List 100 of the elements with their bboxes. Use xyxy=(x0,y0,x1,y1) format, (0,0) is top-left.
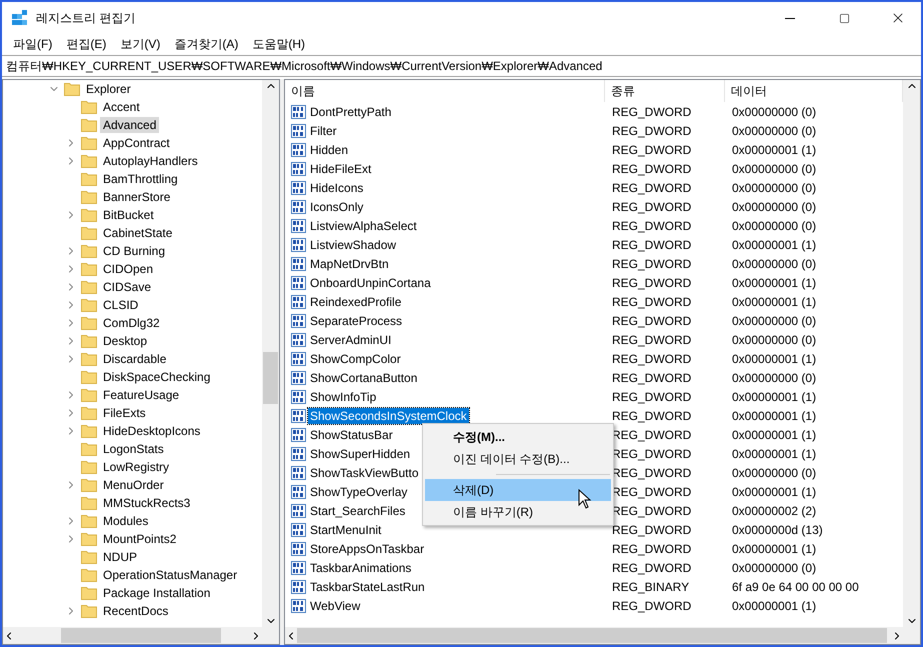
value-data: 0x00000001 (1) xyxy=(731,294,818,308)
value-name[interactable]: IconsOnly xyxy=(308,198,366,214)
folder-icon xyxy=(81,190,97,204)
tree-item[interactable]: CLSID xyxy=(100,297,142,313)
value-name[interactable]: ShowTaskViewButto xyxy=(308,464,421,480)
column-header[interactable]: 종류 xyxy=(605,80,725,102)
scroll-thumb[interactable] xyxy=(297,628,887,643)
value-type: REG_DWORD xyxy=(611,314,692,328)
value-name[interactable]: WebView xyxy=(308,598,362,614)
value-name[interactable]: ShowSuperHidden xyxy=(308,446,412,462)
value-name[interactable]: ListviewAlphaSelect xyxy=(308,218,419,234)
folder-icon xyxy=(81,478,97,492)
value-name[interactable]: ShowCompColor xyxy=(308,350,403,366)
value-data: 6f a9 0e 64 00 00 00 00 xyxy=(731,580,860,594)
value-name[interactable]: ShowSecondsInSystemClock xyxy=(308,408,469,424)
menu-option[interactable]: 삭제(D) xyxy=(425,479,611,501)
value-name[interactable]: ServerAdminUI xyxy=(308,332,394,348)
tree-item[interactable]: FeatureUsage xyxy=(100,387,182,403)
value-name[interactable]: SeparateProcess xyxy=(308,312,404,328)
horizontal-scrollbar[interactable] xyxy=(285,627,903,644)
value-name[interactable]: HideIcons xyxy=(308,180,366,196)
tree-item[interactable]: Explorer xyxy=(83,81,134,97)
tree-item[interactable]: ComDlg32 xyxy=(100,315,163,331)
value-name[interactable]: ReindexedProfile xyxy=(308,294,404,310)
value-name[interactable]: TaskbarAnimations xyxy=(308,560,414,576)
column-header[interactable]: 이름 xyxy=(285,80,605,102)
binary-value-icon xyxy=(291,542,306,556)
value-type: REG_DWORD xyxy=(611,504,692,518)
value-name[interactable]: OnboardUnpinCortana xyxy=(308,274,433,290)
value-name[interactable]: ShowStatusBar xyxy=(308,426,395,442)
value-type: REG_DWORD xyxy=(611,446,692,460)
tree-item[interactable]: RecentDocs xyxy=(100,603,172,619)
tree-item[interactable]: FileExts xyxy=(100,405,149,421)
scroll-thumb[interactable] xyxy=(61,628,221,643)
menu-item[interactable]: 파일(F) xyxy=(6,36,60,52)
tree-item[interactable]: MountPoints2 xyxy=(100,531,180,547)
tree-item[interactable]: LowRegistry xyxy=(100,459,172,475)
value-name[interactable]: Start_SearchFiles xyxy=(308,502,408,518)
menu-item[interactable]: 도움말(H) xyxy=(245,36,312,52)
folder-icon xyxy=(81,298,97,312)
value-name[interactable]: DontPrettyPath xyxy=(308,104,394,120)
tree-item[interactable]: Advanced xyxy=(100,117,160,133)
tree-item[interactable]: BannerStore xyxy=(100,189,174,205)
menu-item[interactable]: 즐겨찾기(A) xyxy=(167,36,246,52)
horizontal-scrollbar[interactable] xyxy=(3,627,262,644)
value-type: REG_DWORD xyxy=(611,162,692,176)
vertical-scrollbar[interactable] xyxy=(262,80,279,627)
tree-item[interactable]: BamThrottling xyxy=(100,171,181,187)
tree-item[interactable]: CD Burning xyxy=(100,243,168,259)
binary-value-icon xyxy=(291,256,306,270)
tree-item[interactable]: CIDSave xyxy=(100,279,154,295)
binary-value-icon xyxy=(291,370,306,384)
value-name[interactable]: Hidden xyxy=(308,142,350,158)
value-data: 0x00000000 (0) xyxy=(731,560,818,574)
tree-item[interactable]: NDUP xyxy=(100,549,140,565)
folder-icon xyxy=(81,496,97,510)
tree-item[interactable]: Package Installation xyxy=(100,585,214,601)
tree-item[interactable]: Desktop xyxy=(100,333,150,349)
value-name[interactable]: Filter xyxy=(308,122,339,138)
value-type: REG_DWORD xyxy=(611,200,692,214)
binary-value-icon xyxy=(291,294,306,308)
folder-icon xyxy=(81,460,97,474)
value-name[interactable]: MapNetDrvBtn xyxy=(308,256,391,272)
value-name[interactable]: ShowInfoTip xyxy=(308,388,378,404)
value-name[interactable]: ListviewShadow xyxy=(308,236,398,252)
binary-value-icon xyxy=(291,218,306,232)
tree-item[interactable]: MMStuckRects3 xyxy=(100,495,194,511)
tree-item[interactable]: DiskSpaceChecking xyxy=(100,369,214,385)
tree-item[interactable]: LogonStats xyxy=(100,441,167,457)
binary-value-icon xyxy=(291,124,306,138)
value-name[interactable]: ShowTypeOverlay xyxy=(308,484,410,500)
value-name[interactable]: StartMenuInit xyxy=(308,522,384,538)
tree-item[interactable]: Discardable xyxy=(100,351,170,367)
tree-item[interactable]: Modules xyxy=(100,513,152,529)
menu-option[interactable]: 이름 바꾸기(R) xyxy=(425,501,611,523)
address-field[interactable]: 컴퓨터₩HKEY_CURRENT_USER₩SOFTWARE₩Microsoft₩Windows₩CurrentVersion₩Explorer₩Advanced xyxy=(2,55,921,77)
tree-item[interactable]: MenuOrder xyxy=(100,477,167,493)
tree-item[interactable]: CIDOpen xyxy=(100,261,156,277)
menu-option[interactable]: 수정(M)... xyxy=(425,426,611,448)
folder-icon xyxy=(81,568,97,582)
tree-item[interactable]: HideDesktopIcons xyxy=(100,423,204,439)
menu-option[interactable]: 이진 데이터 수정(B)... xyxy=(425,448,611,470)
binary-value-icon xyxy=(291,142,306,156)
value-type: REG_DWORD xyxy=(611,542,692,556)
tree-item[interactable]: BitBucket xyxy=(100,207,157,223)
value-name[interactable]: ShowCortanaButton xyxy=(308,370,420,386)
vertical-scrollbar[interactable] xyxy=(903,80,920,627)
value-name[interactable]: HideFileExt xyxy=(308,160,374,176)
value-name[interactable]: TaskbarStateLastRun xyxy=(308,578,427,594)
value-name[interactable]: StoreAppsOnTaskbar xyxy=(308,540,426,556)
tree-item[interactable]: OperationStatusManager xyxy=(100,567,240,583)
tree-item[interactable]: CabinetState xyxy=(100,225,176,241)
menu-item[interactable]: 편집(E) xyxy=(59,36,114,52)
folder-icon xyxy=(81,316,97,330)
value-data: 0x00000000 (0) xyxy=(731,200,818,214)
tree-item[interactable]: AutoplayHandlers xyxy=(100,153,201,169)
scroll-thumb[interactable] xyxy=(263,352,278,404)
menu-item[interactable]: 보기(V) xyxy=(113,36,168,52)
tree-item[interactable]: AppContract xyxy=(100,135,173,151)
tree-item[interactable]: Accent xyxy=(100,99,143,115)
